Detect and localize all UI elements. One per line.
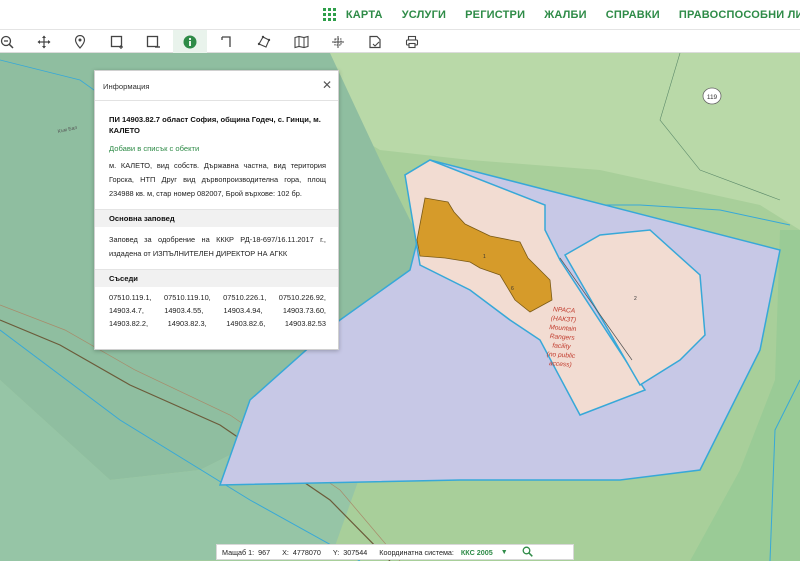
neighbour-parcel: 14903.82.53 [284,319,326,328]
scale-value[interactable]: 967 [258,548,270,557]
info-popup: Информация ✕ ПИ 14903.82.7 област София,… [94,70,339,350]
neighbour-parcel: 07510.119.1, [109,293,152,302]
neighbour-parcel: 14903.73.60, [282,306,326,315]
zoom-out-icon [0,35,14,49]
neighbour-parcel: 14903.4.94, [223,306,263,315]
location-button[interactable] [63,30,97,53]
nav-item-services[interactable]: УСЛУГИ [402,9,446,21]
neighbours-section-heading: Съседи [95,269,338,287]
parcel-label-second: 2 [634,296,637,302]
y-label: Y: [332,547,340,557]
info-icon [183,35,197,48]
neighbour-parcel: 14903.82.3, [167,319,207,328]
nav-item-complaints[interactable]: ЖАЛБИ [544,9,587,21]
document-button[interactable] [358,30,392,53]
system-label: Координатна система: [379,547,454,557]
road-number-text: 119 [707,94,718,101]
print-icon [405,35,419,48]
crosshair-button[interactable] [321,30,355,53]
neighbours-row: 14903.4.7, 14903.4.55, 14903.4.94, 14903… [109,304,326,317]
x-label: X: [282,547,289,557]
order-text: Заповед за одобрение на КККР РД-18-697/1… [109,235,326,258]
zoom-out-button[interactable] [0,30,24,53]
search-button[interactable] [522,546,533,559]
popup-title: Информация [103,82,150,91]
select-rect-minus-button[interactable] [136,30,170,53]
neighbour-parcel: 14903.82.2, [109,319,149,328]
polygon-button[interactable] [247,30,281,53]
pan-button[interactable] [27,30,61,53]
coordinate-system-select[interactable]: ККС 2005 [461,548,493,557]
nav-item-registers[interactable]: РЕГИСТРИ [465,9,525,21]
document-icon [369,35,381,48]
neighbour-parcel: 07510.226.92, [278,293,326,302]
print-button[interactable] [395,30,429,53]
facility-label-line: facility [552,342,571,350]
parcel-details: м. КАЛЕТО, вид собств. Държавна частна, … [109,161,326,198]
select-rect-minus-icon [146,35,160,48]
select-rect-icon [110,35,123,49]
neighbours-list: 07510.119.1, 07510.119.10, 07510.226.1, … [109,291,326,330]
location-pin-icon [74,34,86,49]
nav-item-map[interactable]: КАРТА [346,9,383,21]
neighbours-row: 07510.119.1, 07510.119.10, 07510.226.1, … [109,291,326,304]
popup-body: ПИ 14903.82.7 област София, община Годеч… [95,101,338,330]
nav-item-references[interactable]: СПРАВКИ [606,9,660,21]
nav-item-licensed-persons[interactable]: ПРАВОСПОСОБНИ ЛИЦА [679,9,800,21]
crosshair-icon [332,35,344,48]
measure-button[interactable] [210,30,244,53]
measure-icon [221,35,231,47]
coordinate-status-bar: Мащаб 1: 967 X: 4778070 Y: 307544 Коорди… [216,544,574,560]
polygon-icon [257,35,271,48]
popup-header: Информация ✕ [95,71,338,101]
chevron-down-icon[interactable]: ▼ [501,549,508,556]
neighbour-parcel: 14903.4.55, [164,306,204,315]
scale-label: Мащаб 1: [222,547,255,557]
apps-grid-icon[interactable] [322,8,336,21]
pan-icon [37,35,51,48]
neighbour-parcel: 14903.4.7, [109,306,144,315]
cadastre-map-app: КАРТА УСЛУГИ РЕГИСТРИ ЖАЛБИ СПРАВКИ ПРАВ… [0,0,800,561]
add-to-list-link[interactable]: Добави в списък с обекти [109,144,326,153]
parcel-label-inner: 6 [511,286,514,292]
neighbour-parcel: 14903.82.6, [226,319,266,328]
info-button[interactable] [173,30,207,53]
map-layers-button[interactable] [284,30,318,53]
x-value: 4778070 [292,547,321,557]
neighbours-row: 14903.82.2, 14903.82.3, 14903.82.6, 1490… [109,317,326,330]
order-section-heading: Основна заповед [95,209,338,227]
map-layers-icon [293,35,309,48]
y-value: 307544 [343,547,368,557]
parcel-label-main: 1 [483,254,486,260]
search-icon [522,546,533,557]
parcel-heading: ПИ 14903.82.7 област София, община Годеч… [109,115,321,135]
neighbour-parcel: 07510.226.1, [223,293,267,302]
neighbour-parcel: 07510.119.10, [164,293,211,302]
select-rect-button[interactable] [100,30,134,53]
top-navigation: КАРТА УСЛУГИ РЕГИСТРИ ЖАЛБИ СПРАВКИ ПРАВ… [0,0,800,29]
map-toolbar [0,29,800,53]
close-icon[interactable]: ✕ [322,79,332,91]
